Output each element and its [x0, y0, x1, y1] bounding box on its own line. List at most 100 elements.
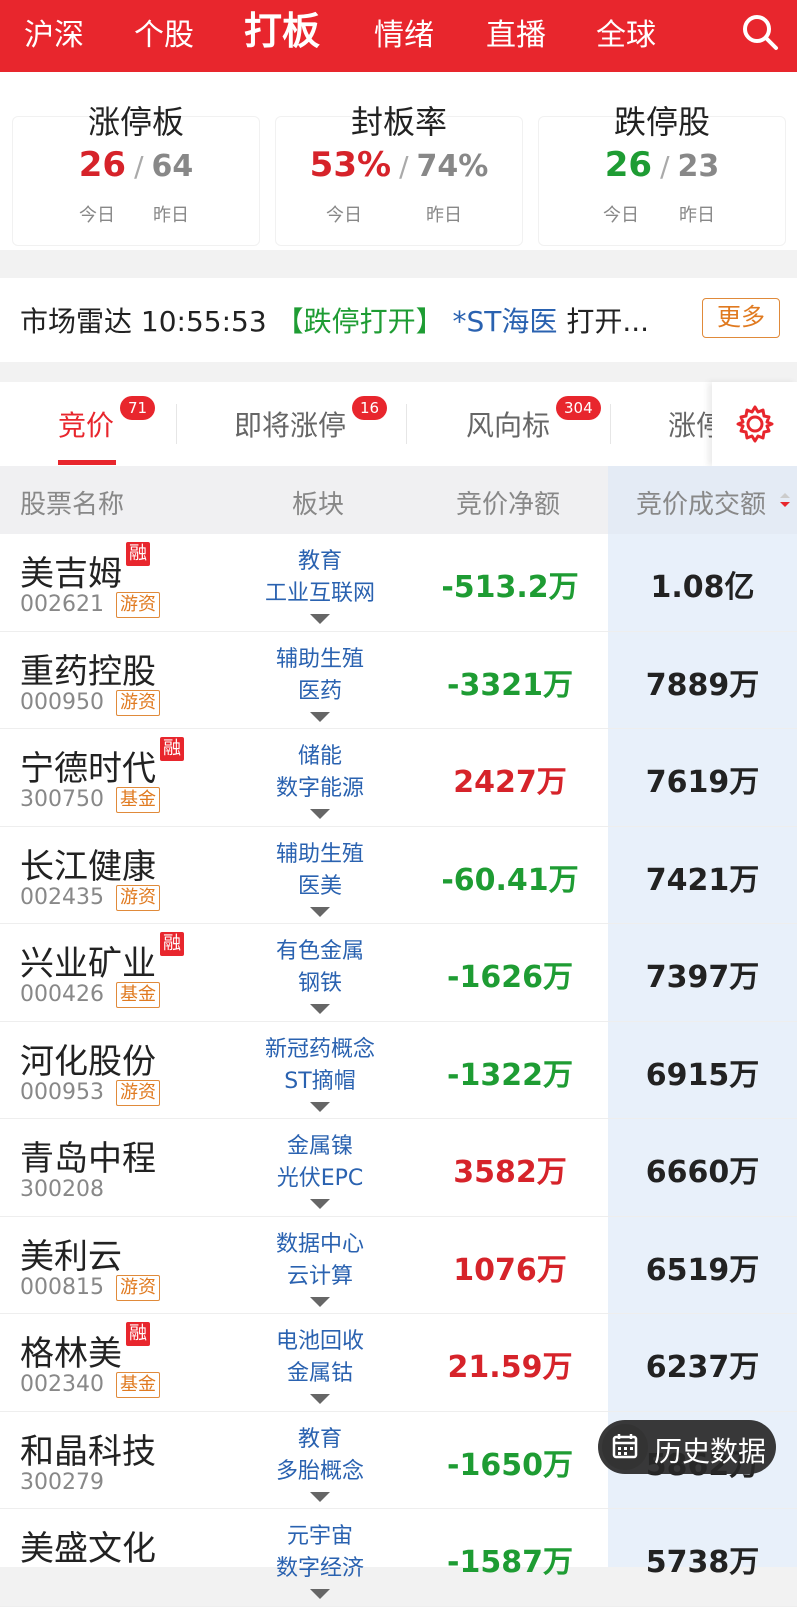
tab-near-limit-up[interactable]: 即将涨停 — [234, 404, 346, 444]
turnover-amount: 6915万 — [645, 1057, 760, 1093]
tab-bidding[interactable]: 竞价 — [58, 404, 114, 444]
nav-tab-quanqiu[interactable]: 全球 — [596, 16, 656, 56]
sector-secondary[interactable]: 数字经济 — [230, 1553, 410, 1585]
stock-name: 重药控股 — [20, 651, 156, 692]
expand-down-icon[interactable] — [310, 711, 330, 722]
sector-primary[interactable]: 有色金属 — [230, 936, 410, 968]
sector-primary[interactable]: 新冠药概念 — [230, 1034, 410, 1066]
expand-down-icon[interactable] — [310, 614, 330, 624]
today-value: 26 — [604, 145, 653, 185]
expand-down-icon[interactable] — [310, 1589, 330, 1599]
card-title: 跌停股 — [613, 103, 710, 141]
stock-code: 002435 — [20, 884, 104, 910]
header-stock-name[interactable]: 股票名称 — [20, 484, 124, 521]
investor-tag: 游资 — [116, 1079, 160, 1106]
radar-time: 10:55:53 — [140, 305, 267, 338]
history-data-button[interactable]: 历史数据 — [598, 1420, 776, 1474]
sector-primary[interactable]: 元宇宙 — [230, 1521, 410, 1553]
sector-primary[interactable]: 辅助生殖 — [230, 839, 410, 871]
table-row[interactable]: 宁德时代融 300750 基金 储能 数字能源 2427万 7619万 — [0, 729, 797, 827]
market-radar[interactable]: 市场雷达 10:55:53 【跌停打开】 *ST海医 打开... 更多 — [0, 278, 797, 362]
card-title: 涨停板 — [87, 103, 184, 141]
active-tab-underline — [58, 460, 116, 465]
nav-tab-gegu[interactable]: 个股 — [134, 16, 194, 56]
sector-primary[interactable]: 辅助生殖 — [230, 644, 410, 676]
seal-rate-card[interactable]: 封板率 53%/74% 今日 昨日 — [275, 103, 523, 246]
sector-secondary[interactable]: 数字能源 — [230, 773, 410, 805]
tab-badge: 71 — [120, 396, 156, 420]
limit-down-card[interactable]: 跌停股 26/23 今日 昨日 — [538, 103, 786, 246]
stock-code: 300750 — [20, 787, 104, 812]
net-amount: 2427万 — [453, 765, 567, 800]
table-row[interactable]: 长江健康 002435 游资 辅助生殖 医美 -60.41万 7421万 — [0, 827, 797, 924]
table-row[interactable]: 美利云 000815 游资 数据中心 云计算 1076万 6519万 — [0, 1217, 797, 1314]
expand-down-icon[interactable] — [310, 1394, 330, 1404]
sector-secondary[interactable]: ST摘帽 — [230, 1066, 410, 1098]
sector-secondary[interactable]: 金属钴 — [230, 1358, 410, 1390]
stock-code: 000953 — [20, 1079, 104, 1105]
header-net-amount[interactable]: 竞价净额 — [456, 484, 560, 521]
expand-down-icon[interactable] — [310, 1199, 330, 1209]
sector-primary[interactable]: 金属镍 — [230, 1131, 410, 1163]
stock-name: 和晶科技 — [20, 1431, 156, 1472]
expand-down-icon[interactable] — [310, 1296, 330, 1307]
header-turnover[interactable]: 竞价成交额 — [636, 484, 766, 521]
calendar-icon — [612, 1434, 638, 1459]
today-value: 53% — [309, 145, 392, 185]
investor-tag: 游资 — [116, 592, 160, 618]
stock-code: 300208 — [20, 1177, 104, 1202]
sector-secondary[interactable]: 医美 — [230, 871, 410, 903]
gear-icon — [736, 405, 774, 443]
expand-down-icon[interactable] — [310, 809, 330, 819]
margin-badge: 融 — [160, 737, 184, 761]
sector-primary[interactable]: 教育 — [230, 546, 410, 578]
table-row[interactable]: 河化股份 000953 游资 新冠药概念 ST摘帽 -1322万 6915万 — [0, 1022, 797, 1119]
expand-down-icon[interactable] — [310, 1491, 330, 1502]
list-tabs: 竞价 71 即将涨停 16 风向标 304 涨停 — [0, 382, 797, 466]
tab-indicator[interactable]: 风向标 — [466, 404, 550, 444]
limit-up-card[interactable]: 涨停板 26/64 今日 昨日 — [12, 103, 260, 246]
investor-tag: 游资 — [116, 689, 160, 716]
nav-tab-daban[interactable]: 打板 — [244, 8, 320, 54]
sector-secondary[interactable]: 工业互联网 — [230, 578, 410, 610]
expand-down-icon[interactable] — [310, 1004, 330, 1014]
turnover-amount: 7421万 — [645, 862, 760, 898]
header-sector[interactable]: 板块 — [292, 484, 344, 521]
net-amount: -3321万 — [447, 667, 573, 703]
sector-primary[interactable]: 电池回收 — [230, 1326, 410, 1358]
radar-text: 打开... — [566, 305, 650, 338]
sector-primary[interactable]: 数据中心 — [230, 1229, 410, 1261]
table-row[interactable]: 美盛文化 元宇宙 数字经济 -1587万 5738万 — [0, 1509, 797, 1607]
today-label: 今日 — [326, 205, 362, 226]
table-row[interactable]: 青岛中程 300208 金属镍 光伏EPC 3582万 6660万 — [0, 1119, 797, 1217]
nav-tab-qingxu[interactable]: 情绪 — [374, 16, 434, 56]
sort-desc-icon[interactable] — [778, 492, 792, 510]
sector-secondary[interactable]: 光伏EPC — [230, 1163, 410, 1195]
expand-down-icon[interactable] — [310, 1101, 330, 1112]
radar-tag: 【跌停打开】 — [275, 305, 444, 338]
table-row[interactable]: 格林美融 002340 基金 电池回收 金属钴 21.59万 6237万 — [0, 1314, 797, 1412]
turnover-amount: 1.08亿 — [650, 570, 755, 605]
stock-code: 002340 — [20, 1372, 104, 1397]
stock-name: 美吉姆 — [20, 554, 122, 594]
table-row[interactable]: 美吉姆融 002621 游资 教育 工业互联网 -513.2万 1.08亿 — [0, 534, 797, 632]
table-row[interactable]: 重药控股 000950 游资 辅助生殖 医药 -3321万 7889万 — [0, 632, 797, 729]
net-amount: 21.59万 — [447, 1350, 573, 1385]
nav-tab-zhibo[interactable]: 直播 — [486, 16, 546, 56]
turnover-amount: 7619万 — [645, 765, 760, 800]
sector-primary[interactable]: 教育 — [230, 1424, 410, 1456]
tab-badge: 16 — [352, 396, 388, 420]
sector-primary[interactable]: 储能 — [230, 741, 410, 773]
settings-button[interactable] — [712, 382, 797, 466]
expand-down-icon[interactable] — [310, 906, 330, 917]
margin-badge: 融 — [160, 932, 184, 956]
nav-tab-hushen[interactable]: 沪深 — [24, 16, 84, 56]
search-icon[interactable] — [738, 10, 782, 54]
sector-secondary[interactable]: 多胎概念 — [230, 1456, 410, 1488]
sector-secondary[interactable]: 钢铁 — [230, 968, 410, 1000]
table-row[interactable]: 兴业矿业融 000426 基金 有色金属 钢铁 -1626万 7397万 — [0, 924, 797, 1022]
history-data-label: 历史数据 — [654, 1435, 767, 1468]
more-button[interactable]: 更多 — [702, 298, 780, 338]
sector-secondary[interactable]: 云计算 — [230, 1261, 410, 1293]
sector-secondary[interactable]: 医药 — [230, 676, 410, 708]
